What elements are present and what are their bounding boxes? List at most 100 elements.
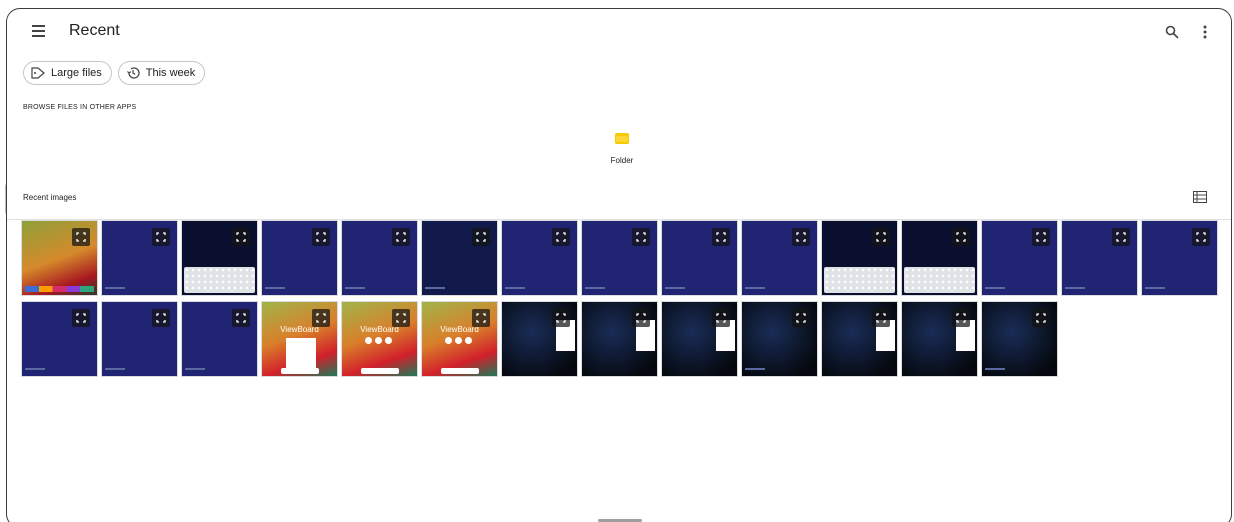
screen-content: [745, 287, 765, 289]
expand-icon[interactable]: [1192, 228, 1210, 246]
image-thumbnail[interactable]: [1061, 220, 1138, 296]
expand-icon[interactable]: [392, 309, 410, 327]
expand-icon[interactable]: [232, 309, 250, 327]
image-thumbnail[interactable]: [981, 301, 1058, 377]
image-thumbnail[interactable]: [821, 220, 898, 296]
screen-content: [265, 287, 285, 289]
expand-icon[interactable]: [472, 228, 490, 246]
app-dock-strip: [25, 286, 94, 292]
taskbar: [441, 368, 479, 374]
app-window: Recent Large files This week BROWSE FILE…: [6, 8, 1232, 522]
screen-content: [105, 287, 125, 289]
screen-content: [105, 368, 125, 370]
expand-icon[interactable]: [792, 309, 810, 327]
more-vert-icon[interactable]: [1195, 21, 1215, 43]
expand-icon[interactable]: [152, 228, 170, 246]
expand-icon[interactable]: [312, 309, 330, 327]
hamburger-menu-icon[interactable]: [29, 21, 49, 41]
folder-label: Folder: [610, 156, 634, 165]
image-thumbnail[interactable]: [901, 301, 978, 377]
image-thumbnail[interactable]: [581, 301, 658, 377]
expand-icon[interactable]: [712, 228, 730, 246]
expand-icon[interactable]: [1112, 228, 1130, 246]
screen-content: [185, 368, 205, 370]
expand-icon[interactable]: [552, 309, 570, 327]
image-thumbnail[interactable]: [261, 220, 338, 296]
screen-content: [985, 287, 1005, 289]
image-thumbnail[interactable]: [101, 301, 178, 377]
image-thumbnail[interactable]: [741, 301, 818, 377]
expand-icon[interactable]: [632, 228, 650, 246]
image-thumbnail[interactable]: ViewBoard: [341, 301, 418, 377]
screen-content: [745, 368, 765, 370]
screen-content: [345, 287, 365, 289]
image-thumbnail[interactable]: [341, 220, 418, 296]
image-thumbnail[interactable]: [821, 301, 898, 377]
expand-icon[interactable]: [872, 309, 890, 327]
screen-content: [585, 287, 605, 289]
image-thumbnail[interactable]: [501, 220, 578, 296]
page-title: Recent: [69, 22, 120, 39]
large-files-label: Large files: [51, 67, 102, 79]
taskbar: [361, 368, 399, 374]
launcher-panel: [286, 338, 316, 368]
screen-content: [665, 287, 685, 289]
folder-icon: [615, 133, 629, 144]
image-thumbnail[interactable]: [981, 220, 1058, 296]
image-thumbnail[interactable]: [21, 220, 98, 296]
launcher-buttons: [365, 337, 392, 344]
search-icon[interactable]: [1161, 21, 1183, 43]
image-thumbnail[interactable]: [181, 220, 258, 296]
large-files-chip[interactable]: Large files: [23, 61, 112, 85]
recent-images-heading: Recent images: [23, 193, 77, 202]
screen-content: [1145, 287, 1165, 289]
expand-icon[interactable]: [472, 309, 490, 327]
expand-icon[interactable]: [152, 309, 170, 327]
list-view-icon[interactable]: [1193, 190, 1207, 203]
browse-other-apps-heading: BROWSE FILES IN OTHER APPS: [23, 104, 137, 111]
expand-icon[interactable]: [792, 228, 810, 246]
expand-icon[interactable]: [552, 228, 570, 246]
image-thumbnail[interactable]: [901, 220, 978, 296]
image-thumbnail[interactable]: [21, 301, 98, 377]
label-tag-icon: [31, 67, 45, 79]
image-thumbnail[interactable]: [181, 301, 258, 377]
image-thumbnail[interactable]: [101, 220, 178, 296]
expand-icon[interactable]: [392, 228, 410, 246]
taskbar: [281, 368, 319, 374]
expand-icon[interactable]: [72, 228, 90, 246]
onscreen-keyboard: [904, 267, 975, 293]
image-thumbnail[interactable]: [421, 220, 498, 296]
expand-icon[interactable]: [632, 309, 650, 327]
image-thumbnail[interactable]: ViewBoard: [261, 301, 338, 377]
expand-icon[interactable]: [312, 228, 330, 246]
folder-app-item[interactable]: Folder: [592, 133, 652, 165]
image-thumbnail[interactable]: [661, 301, 738, 377]
launcher-buttons: [445, 337, 472, 344]
onscreen-keyboard: [824, 267, 895, 293]
expand-icon[interactable]: [952, 228, 970, 246]
screen-content: [25, 368, 45, 370]
history-icon: [126, 67, 140, 79]
image-thumbnail[interactable]: ViewBoard: [421, 301, 498, 377]
image-thumbnail[interactable]: [741, 220, 818, 296]
screen-content: [425, 287, 445, 289]
screen-content: [505, 287, 525, 289]
expand-icon[interactable]: [232, 228, 250, 246]
expand-icon[interactable]: [72, 309, 90, 327]
expand-icon[interactable]: [712, 309, 730, 327]
filter-chips: Large files This week: [23, 61, 206, 85]
this-week-chip[interactable]: This week: [117, 61, 206, 85]
image-thumbnail[interactable]: [661, 220, 738, 296]
expand-icon[interactable]: [952, 309, 970, 327]
expand-icon[interactable]: [1032, 309, 1050, 327]
image-thumbnail[interactable]: [581, 220, 658, 296]
expand-icon[interactable]: [1032, 228, 1050, 246]
expand-icon[interactable]: [872, 228, 890, 246]
top-app-bar: Recent: [7, 9, 1231, 57]
image-thumbnail[interactable]: [1141, 220, 1218, 296]
this-week-label: This week: [145, 67, 196, 79]
image-thumbnail[interactable]: [501, 301, 578, 377]
recent-images-grid: ViewBoard ViewBoard ViewBoard: [21, 220, 1218, 377]
screen-content: [985, 368, 1005, 370]
